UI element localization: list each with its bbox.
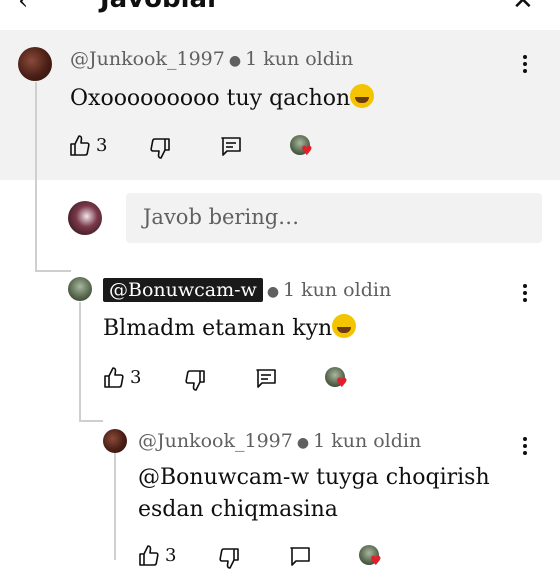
avatar[interactable]: [103, 429, 127, 453]
reply-placeholder: Javob bering…: [143, 205, 300, 229]
separator-dot: ●: [266, 284, 280, 300]
reply-text-line-1: @Bonuwcam-w tuyga choqirish: [138, 465, 490, 490]
creator-heart-icon: ♥: [325, 367, 348, 390]
like-count: 3: [96, 135, 108, 156]
reply-author[interactable]: @Junkook_1997: [138, 430, 293, 452]
comment-time: 1 kun oldin: [245, 48, 354, 70]
like-icon[interactable]: [102, 366, 126, 390]
separator-dot: ●: [296, 435, 310, 451]
thread-line: [114, 452, 116, 560]
more-options-icon[interactable]: [523, 284, 527, 305]
close-icon[interactable]: ✕: [512, 0, 534, 16]
creator-heart-icon: ♥: [290, 135, 313, 158]
comment-meta: @Junkook_1997 ● 1 kun oldin: [70, 48, 353, 70]
dislike-icon[interactable]: [148, 136, 172, 160]
separator-dot: ●: [228, 53, 242, 69]
arrow-left-icon[interactable]: ‹: [18, 0, 28, 16]
reply-input[interactable]: Javob bering…: [126, 193, 542, 243]
reply-author-chip[interactable]: @Bonuwcam-w: [103, 278, 263, 302]
more-options-icon[interactable]: [523, 437, 527, 458]
dislike-icon[interactable]: [217, 546, 241, 570]
thread-line: [79, 302, 81, 422]
reply-time: 1 kun oldin: [283, 279, 392, 301]
reply-text-content: Blmadm etaman kyn: [103, 316, 333, 341]
comment-text: Oxooooooooo tuy qachon: [70, 84, 375, 111]
reply-icon[interactable]: [254, 366, 278, 390]
avatar[interactable]: [68, 277, 92, 301]
like-count: 3: [130, 367, 142, 388]
more-options-icon[interactable]: [523, 55, 527, 76]
thread-line: [35, 270, 71, 272]
like-count: 3: [165, 545, 177, 566]
reply-meta: @Bonuwcam-w ● 1 kun oldin: [103, 278, 392, 302]
dislike-icon[interactable]: [183, 368, 207, 392]
like-icon[interactable]: [137, 544, 161, 568]
reply-time: 1 kun oldin: [313, 430, 422, 452]
tears-of-joy-emoji-icon: [332, 314, 357, 338]
comment-text-content: Oxooooooooo tuy qachon: [70, 86, 351, 111]
rolling-laughing-emoji-icon: [350, 84, 375, 108]
reply-icon[interactable]: [219, 134, 243, 158]
avatar[interactable]: [18, 47, 52, 81]
page-title: Javoblar: [100, 0, 220, 14]
user-avatar: [68, 201, 102, 235]
creator-heart-icon: ♥: [359, 545, 382, 568]
thread-line: [35, 82, 37, 272]
comment-author[interactable]: @Junkook_1997: [70, 48, 225, 70]
top-comment: @Junkook_1997 ● 1 kun oldin Oxooooooooo tu…: [0, 30, 560, 180]
reply-meta: @Junkook_1997 ● 1 kun oldin: [138, 430, 421, 452]
reply-text: Blmadm etaman kyn: [103, 314, 357, 341]
reply-text-line-2: esdan chiqmasina: [138, 497, 338, 522]
like-icon[interactable]: [68, 134, 92, 158]
thread-line: [79, 420, 103, 422]
header: ‹ Javoblar ✕: [0, 0, 560, 31]
reply-icon[interactable]: [288, 544, 312, 568]
